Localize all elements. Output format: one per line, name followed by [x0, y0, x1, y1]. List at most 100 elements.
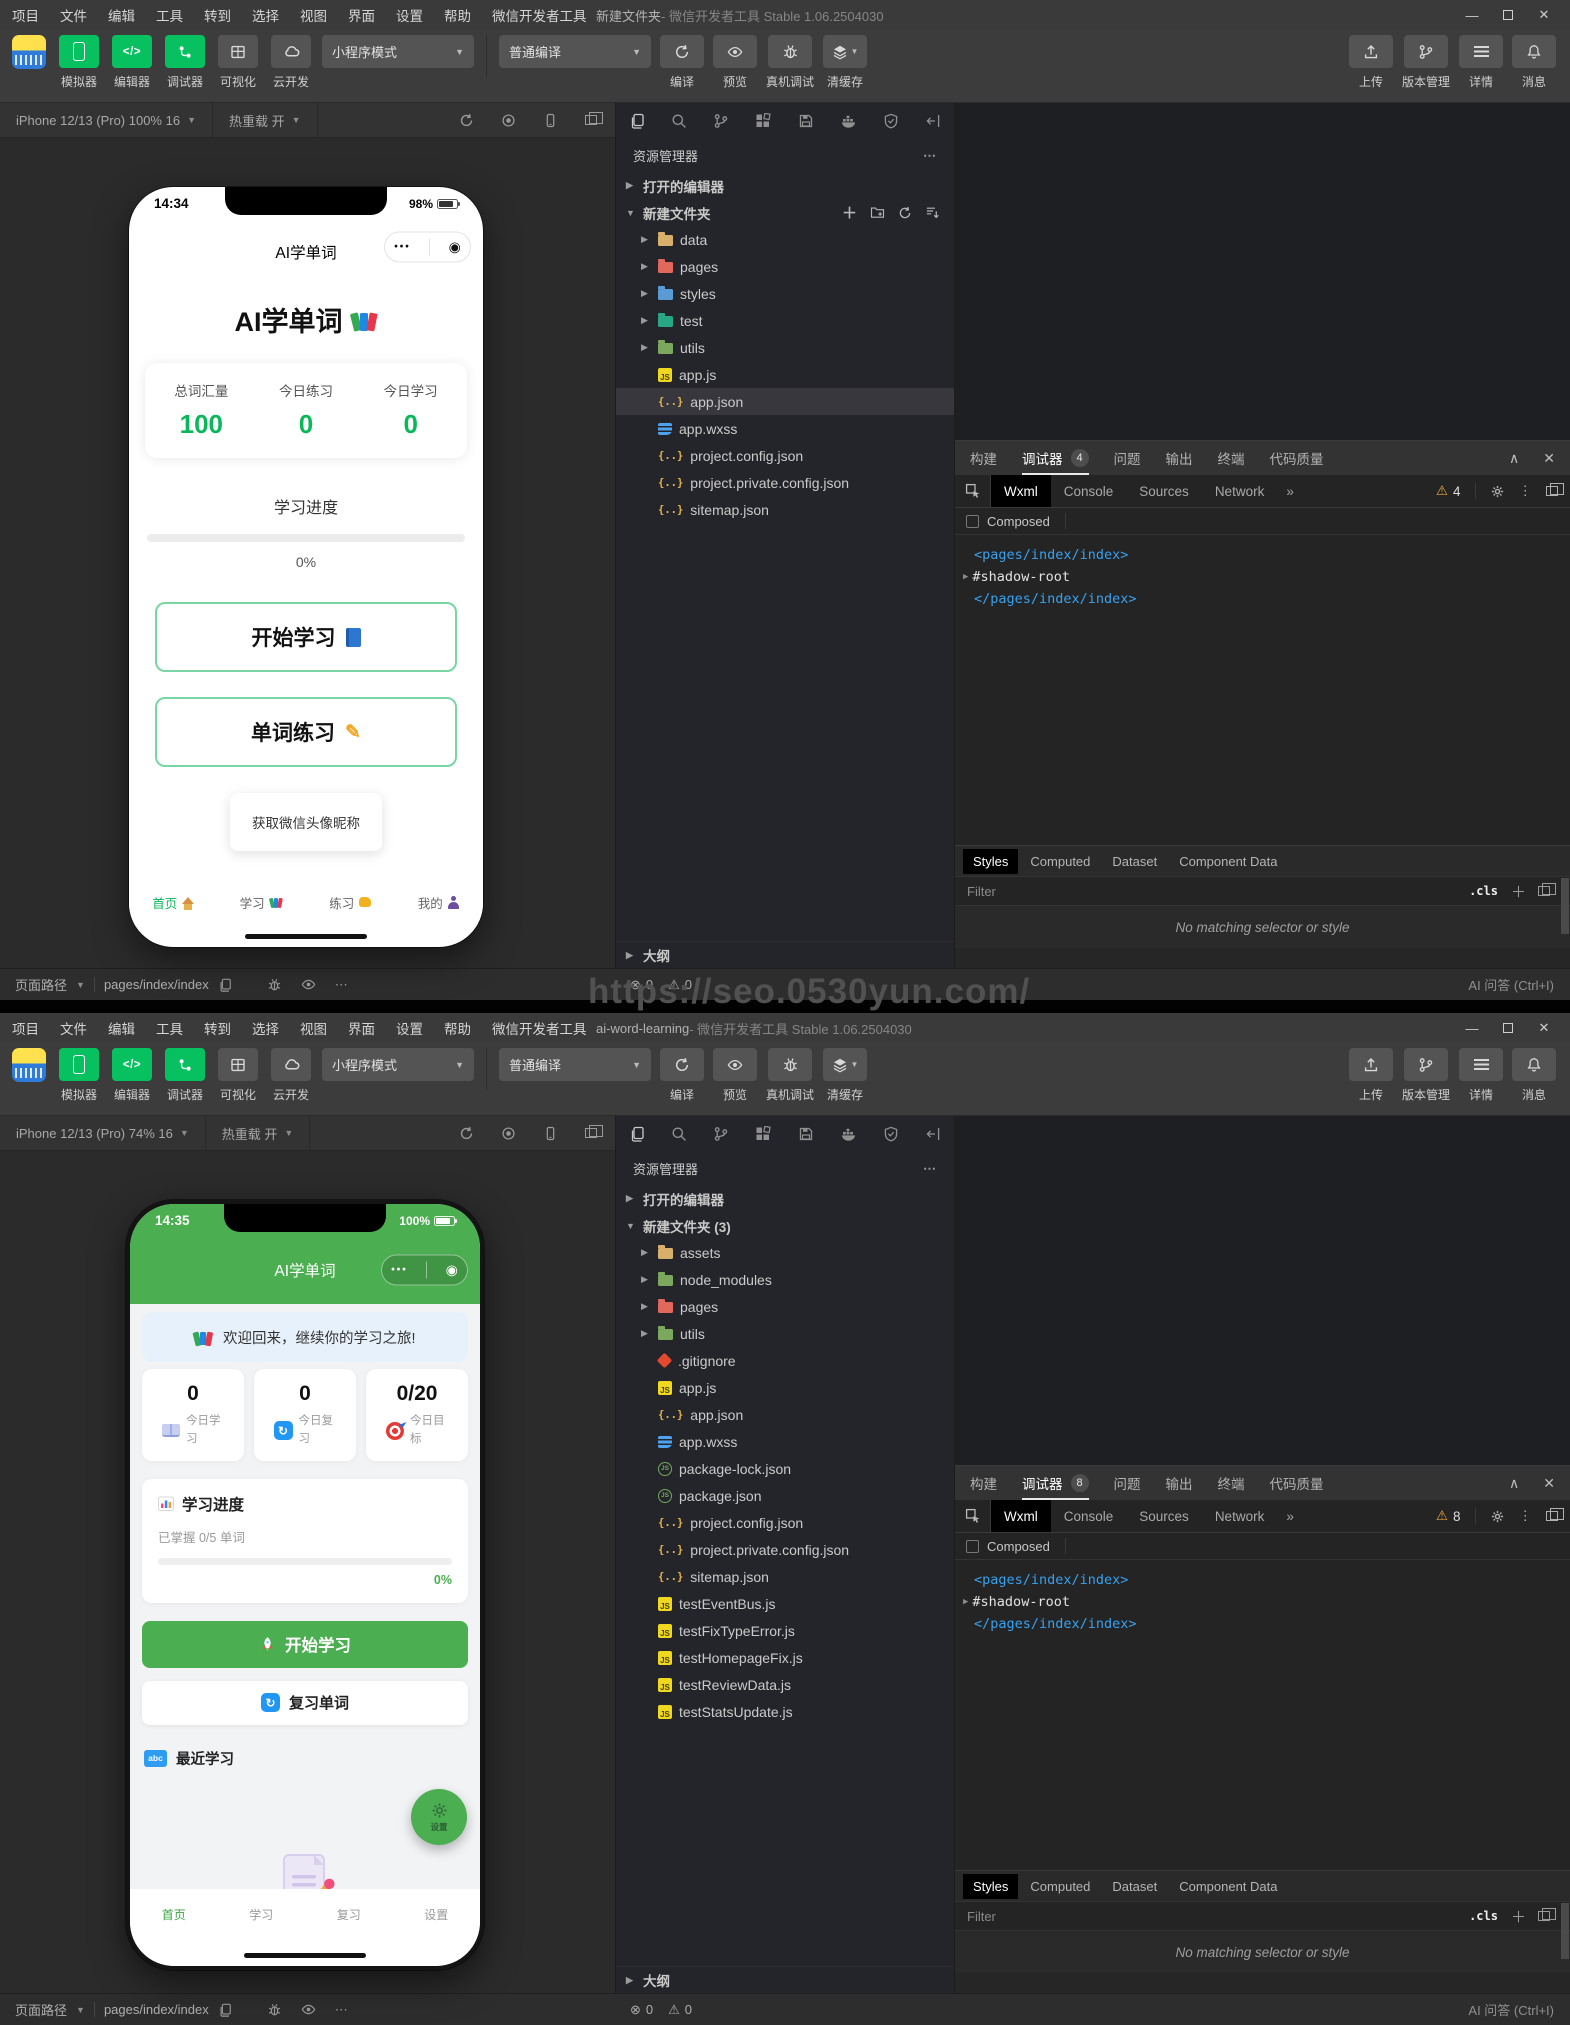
- compile-button[interactable]: 编译: [660, 35, 704, 90]
- debugger-tab[interactable]: 输出: [1166, 1466, 1193, 1500]
- filter-input[interactable]: Filter: [967, 1909, 996, 1924]
- close-panel-icon[interactable]: ✕: [1543, 450, 1555, 467]
- device-select[interactable]: iPhone 12/13 (Pro) 100% 16 ▼: [0, 103, 213, 137]
- devtools-tab[interactable]: Wxml: [991, 475, 1051, 507]
- warnings-icon[interactable]: ⚠: [668, 977, 680, 993]
- bug-icon[interactable]: [267, 2002, 282, 2017]
- files-icon[interactable]: [629, 113, 645, 129]
- maximize-icon[interactable]: [1490, 0, 1526, 30]
- security-shield-icon[interactable]: [883, 113, 899, 129]
- more-tabs-icon[interactable]: »: [1277, 1509, 1303, 1524]
- menu-item[interactable]: 界面: [348, 5, 375, 25]
- debugger-tab[interactable]: 终端: [1218, 1466, 1245, 1500]
- debugger-tab[interactable]: 调试器 8: [1022, 1466, 1089, 1500]
- sidebar-toggle-icon[interactable]: [1538, 882, 1556, 896]
- file-tree-row[interactable]: ▶ project.private.config.json: [616, 469, 954, 496]
- file-tree-row[interactable]: ▶ app.json: [616, 1401, 954, 1428]
- menu-item[interactable]: 微信开发者工具: [492, 5, 587, 25]
- file-tree-row[interactable]: ▶ sitemap.json: [616, 496, 954, 523]
- menu-item[interactable]: 帮助: [444, 5, 471, 25]
- preview-button[interactable]: 预览: [713, 1048, 757, 1103]
- more-menu-icon[interactable]: •••: [391, 1265, 408, 1276]
- file-tree-row[interactable]: ▶ app.js: [616, 1374, 954, 1401]
- dock-side-icon[interactable]: [1546, 1507, 1564, 1521]
- docker-icon[interactable]: [840, 1126, 857, 1143]
- simulator-button[interactable]: 模拟器: [57, 35, 101, 90]
- menu-item[interactable]: 编辑: [108, 5, 135, 25]
- file-tree-row[interactable]: ▶ test: [616, 307, 954, 334]
- refresh-explorer-icon[interactable]: [898, 206, 912, 220]
- more-menu-icon[interactable]: •••: [394, 242, 411, 253]
- debugger-tab[interactable]: 构建: [970, 441, 997, 475]
- file-tree-row[interactable]: ▶ testReviewData.js: [616, 1671, 954, 1698]
- source-control-icon[interactable]: [713, 1126, 729, 1142]
- maximize-icon[interactable]: [1490, 1013, 1526, 1043]
- wxml-open-tag[interactable]: <pages/index/index>: [974, 1569, 1564, 1591]
- debugger-tab[interactable]: 问题: [1114, 1466, 1141, 1500]
- cloud-dev-button[interactable]: 云开发: [269, 35, 313, 90]
- warnings-icon[interactable]: ⚠: [668, 2002, 680, 2018]
- details-button[interactable]: 详情: [1459, 1048, 1503, 1103]
- errors-icon[interactable]: ⊗: [630, 977, 641, 993]
- more-tabs-icon[interactable]: »: [1277, 484, 1303, 499]
- file-tree-row[interactable]: ▶ testHomepageFix.js: [616, 1644, 954, 1671]
- menu-item[interactable]: 工具: [156, 5, 183, 25]
- toggle-class-button[interactable]: .cls: [1469, 884, 1498, 898]
- settings-gear-icon[interactable]: [1490, 484, 1505, 499]
- menu-item[interactable]: 文件: [60, 1018, 87, 1038]
- menu-item[interactable]: 视图: [300, 1018, 327, 1038]
- collapse-sidebar-icon[interactable]: [925, 113, 941, 129]
- copy-icon[interactable]: [218, 978, 232, 992]
- debugger-button[interactable]: 调试器: [163, 35, 207, 90]
- menu-item[interactable]: 文件: [60, 5, 87, 25]
- tab-item[interactable]: 首页: [129, 893, 218, 912]
- get-wechat-avatar-button[interactable]: 获取微信头像昵称: [230, 793, 382, 851]
- multi-window-icon[interactable]: [585, 1124, 603, 1138]
- file-tree-row[interactable]: ▶ utils: [616, 334, 954, 361]
- menu-item[interactable]: 转到: [204, 5, 231, 25]
- wxml-tree[interactable]: <pages/index/index> ▶ #shadow-root </page…: [955, 1560, 1570, 1870]
- hot-reload-toggle[interactable]: 热重载 开 ▼: [213, 103, 318, 137]
- record-icon[interactable]: [501, 113, 516, 128]
- start-learning-button[interactable]: 开始学习: [155, 602, 457, 672]
- compile-mode-select[interactable]: 普通编译 ▼: [499, 35, 651, 68]
- search-icon[interactable]: [671, 1126, 687, 1142]
- debugger-tab[interactable]: 构建: [970, 1466, 997, 1500]
- multi-window-icon[interactable]: [585, 111, 603, 125]
- file-tree-row[interactable]: ▶ package-lock.json: [616, 1455, 954, 1482]
- warning-counter[interactable]: ⚠ 4: [1436, 483, 1461, 499]
- file-tree-row[interactable]: ▶ assets: [616, 1239, 954, 1266]
- kebab-menu-icon[interactable]: ⋮: [1519, 483, 1533, 499]
- file-tree-row[interactable]: ▶ package.json: [616, 1482, 954, 1509]
- menu-item[interactable]: 工具: [156, 1018, 183, 1038]
- cloud-dev-button[interactable]: 云开发: [269, 1048, 313, 1103]
- file-tree-row[interactable]: ▶ project.config.json: [616, 1509, 954, 1536]
- file-tree-row[interactable]: ▶ sitemap.json: [616, 1563, 954, 1590]
- tab-item[interactable]: 首页: [130, 1906, 218, 1966]
- debugger-tab[interactable]: 输出: [1166, 441, 1193, 475]
- collapse-panel-icon[interactable]: ∧: [1509, 1475, 1519, 1492]
- debugger-tab[interactable]: 调试器 4: [1022, 441, 1089, 475]
- mode-select[interactable]: 小程序模式 ▼: [322, 1048, 474, 1081]
- file-tree-row[interactable]: ▶ testEventBus.js: [616, 1590, 954, 1617]
- preview-button[interactable]: 预览: [713, 35, 757, 90]
- menu-item[interactable]: 项目: [12, 5, 39, 25]
- file-tree-row[interactable]: ▶ pages: [616, 1293, 954, 1320]
- tab-item[interactable]: 学习: [218, 893, 307, 912]
- page-path-label[interactable]: 页面路径: [15, 2000, 67, 2019]
- collapse-panel-icon[interactable]: ∧: [1509, 450, 1519, 467]
- ai-assistant-button[interactable]: AI 问答 (Ctrl+I): [1468, 975, 1554, 994]
- warning-counter[interactable]: ⚠ 8: [1436, 1508, 1461, 1524]
- styles-tab[interactable]: Computed: [1020, 849, 1100, 874]
- debugger-tab[interactable]: 终端: [1218, 441, 1245, 475]
- open-editors-section[interactable]: ▶ 打开的编辑器: [616, 172, 954, 199]
- search-icon[interactable]: [671, 113, 687, 129]
- devtools-tab[interactable]: Network: [1202, 1500, 1278, 1532]
- composed-checkbox[interactable]: [966, 1539, 979, 1553]
- upload-button[interactable]: 上传: [1348, 35, 1393, 90]
- menu-item[interactable]: 微信开发者工具: [492, 1018, 587, 1038]
- device-debug-button[interactable]: 真机调试: [766, 35, 814, 90]
- save-icon[interactable]: [798, 113, 814, 129]
- root-folder-section[interactable]: ▼ 新建文件夹 (3): [616, 1212, 954, 1239]
- inspect-element-icon[interactable]: [965, 483, 981, 499]
